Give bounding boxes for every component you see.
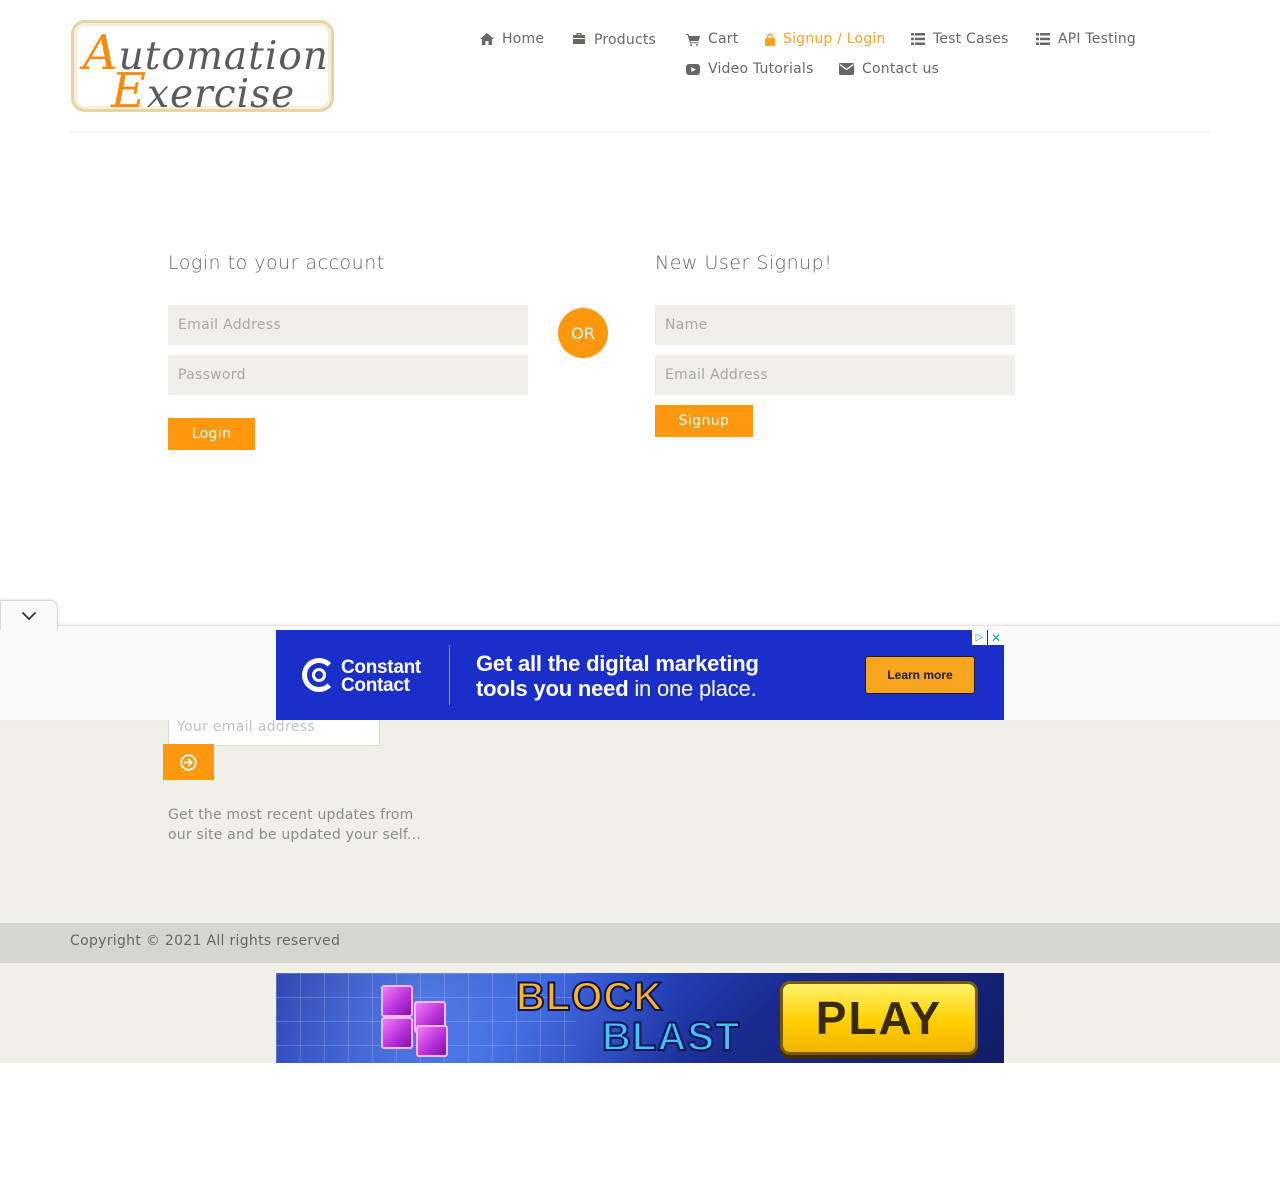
- lock-icon: [765, 33, 775, 46]
- nav-api-testing[interactable]: API Testing: [1036, 31, 1136, 47]
- subscribe-description: Get the most recent updates from our sit…: [168, 807, 421, 843]
- nav-video-tutorials[interactable]: Video Tutorials: [686, 61, 813, 77]
- header-divider: [70, 131, 1210, 132]
- login-title: Login to your account: [168, 252, 385, 274]
- constant-contact-logo-dot: [312, 668, 326, 682]
- shopping-cart-icon: [686, 33, 700, 46]
- anchor-ad-toggle[interactable]: [0, 600, 58, 630]
- youtube-play-icon: [686, 63, 700, 75]
- nav-signup-login[interactable]: Signup / Login: [765, 31, 885, 47]
- ad-headline-line-2: tools you need in one place.: [476, 676, 757, 701]
- ad-divider: [449, 645, 450, 705]
- arrow-circle-right-icon: [180, 753, 197, 771]
- chevron-down-icon: [21, 611, 37, 620]
- signup-button[interactable]: Signup: [655, 405, 753, 437]
- ad-word-block: BLOCK: [515, 974, 664, 1020]
- copyright-text: Copyright © 2021 All rights reserved: [70, 933, 341, 949]
- list-icon: [911, 33, 925, 45]
- ad-cube-block: [416, 1025, 448, 1057]
- home-icon: [480, 33, 494, 45]
- ad-choices-icon[interactable]: ▷: [972, 630, 987, 645]
- signup-email-input[interactable]: [655, 355, 1015, 395]
- briefcase-icon: [573, 32, 585, 44]
- nav-cart[interactable]: Cart: [686, 31, 738, 47]
- signup-title: New User Signup!: [655, 252, 833, 274]
- nav-test-cases[interactable]: Test Cases: [911, 31, 1009, 47]
- nav-home[interactable]: Home: [480, 31, 544, 47]
- ad-word-blast: BLAST: [601, 1014, 741, 1060]
- ad-cube-block: [381, 1017, 413, 1049]
- ad-brand-line-2: Contact: [341, 675, 410, 696]
- nav-products[interactable]: Products: [572, 30, 656, 48]
- subscribe-button[interactable]: [163, 744, 214, 780]
- site-logo[interactable]: Automation Exercise: [71, 20, 334, 112]
- logo-line-2: Exercise: [111, 63, 296, 112]
- ad-cube-block: [381, 985, 413, 1017]
- login-button[interactable]: Login: [168, 418, 255, 450]
- envelope-icon: [839, 63, 854, 75]
- close-icon[interactable]: ✕: [988, 630, 1004, 645]
- ad-play-button[interactable]: PLAY: [780, 981, 978, 1055]
- nav-contact-us[interactable]: Contact us: [839, 61, 939, 77]
- ad-learn-more-button[interactable]: Learn more: [865, 656, 975, 694]
- login-email-input[interactable]: [168, 305, 528, 345]
- block-blast-ad[interactable]: BLOCK BLAST PLAY: [276, 973, 1004, 1063]
- signup-name-input[interactable]: [655, 305, 1015, 345]
- login-password-input[interactable]: [168, 355, 528, 395]
- constant-contact-ad[interactable]: Constant Contact Get all the digital mar…: [276, 630, 1004, 720]
- ad-headline-line-1: Get all the digital marketing: [476, 651, 759, 676]
- or-divider: OR: [558, 308, 608, 358]
- list-icon: [1036, 33, 1050, 45]
